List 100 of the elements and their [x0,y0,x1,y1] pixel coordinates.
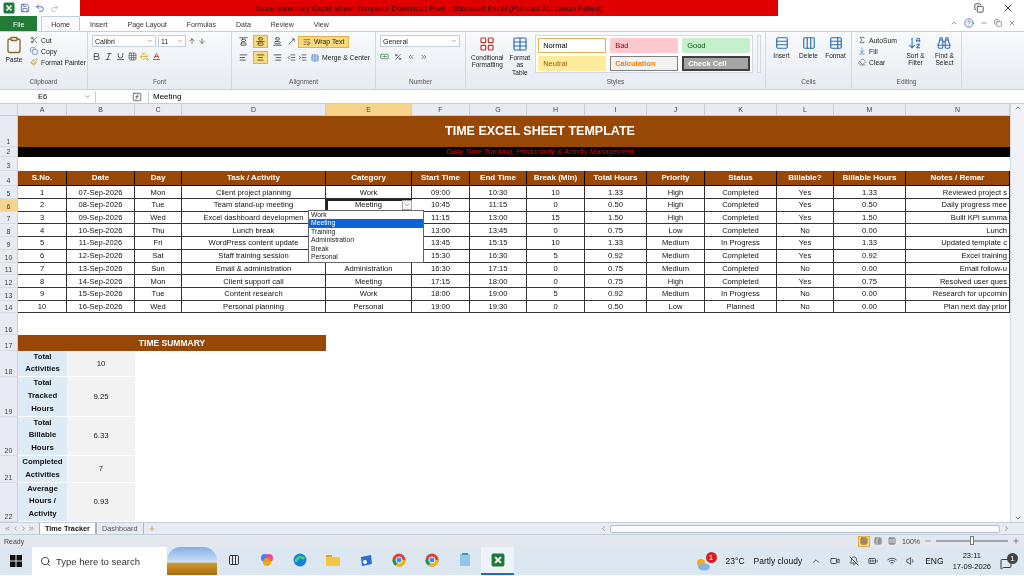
caret-icon [404,201,410,208]
spreadsheet-logo-icon[interactable] [3,2,15,14]
fill-color-icon[interactable] [140,52,149,61]
scroll-right-icon [1003,525,1010,532]
paintbrush-icon [30,58,38,66]
caret-icon [147,38,153,44]
italic-icon[interactable] [104,52,113,61]
first-sheet-icon[interactable] [4,525,11,532]
column-header: Day [135,170,182,187]
swirl-circle-icon [292,553,307,567]
sheet-title: TIME EXCEL SHEET TEMPLATE [18,115,1010,148]
currency-icon[interactable] [380,52,389,61]
colored-grid-icon [479,36,496,52]
column-header: Notes / Remar [906,170,1010,187]
temperature-text: 23°C [725,556,745,566]
next-sheet-icon[interactable] [20,525,27,532]
weather-text: Partly cloudy [753,556,803,566]
grid-icon [860,537,869,545]
underline-icon[interactable] [116,52,125,61]
window-title: Store Inventory Excel Sheet Template Download Free - Microsoft Excel (Product Activation Failed) [255,3,603,13]
bell-off-icon[interactable] [849,556,860,566]
align-middle-icon[interactable] [253,35,268,48]
merge-cells-icon [311,53,319,62]
scissors-icon [30,36,38,44]
align-bottom-icon[interactable] [270,35,285,48]
font-color-icon[interactable] [152,52,161,61]
formula-field[interactable]: Meeting [148,90,1024,103]
sort-icon [908,36,923,50]
column-header: S.No. [18,170,67,187]
battery-icon[interactable] [868,556,879,566]
previous-sheet-icon[interactable] [12,525,19,532]
align-top-icon[interactable] [236,35,251,48]
close-icon[interactable] [1002,2,1014,14]
windows-logo-icon[interactable] [10,555,22,567]
save-icon[interactable] [20,3,30,13]
column-header: Billable? [777,170,834,187]
borders-icon[interactable] [128,52,137,61]
percent-icon[interactable] [394,52,402,61]
notepad-icon [458,553,471,567]
delete-cells-icon [801,36,816,50]
browser-circle-icon [424,553,439,567]
column-header: Category [326,170,412,187]
scroll-down-icon [1013,514,1022,522]
increase-indent-icon[interactable] [298,53,307,62]
chevron-up-icon[interactable] [811,556,822,566]
column-header: Priority [647,170,705,187]
restore-icon[interactable] [974,3,984,13]
weather-button[interactable]: 1 [694,551,717,571]
browser-circle-icon [391,553,406,567]
align-center-icon[interactable] [253,51,268,64]
orientation-icon[interactable] [287,37,296,46]
scroll-up-icon [1013,104,1022,112]
fill-down-icon [858,47,866,55]
scroll-left-icon [600,525,607,532]
column-header: Start Time [412,170,470,187]
table-icon [511,36,528,52]
clipboard-icon [5,36,23,54]
vertical-scrollbar[interactable] [1010,104,1024,522]
binoculars-icon [937,36,952,50]
column-header: End Time [470,170,527,187]
column-header: Task / Activity [182,170,326,187]
collapse-ribbon-icon[interactable] [950,19,958,27]
spreadsheet-app-icon[interactable] [490,553,505,567]
wifi-icon[interactable] [887,556,898,566]
search-field[interactable]: Type here to search [32,547,167,575]
column-header: Break (Min) [527,170,585,187]
notifications-button[interactable]: 1 [1000,552,1018,570]
section-title: TIME SUMMARY [18,334,326,351]
shrink-font-icon[interactable] [198,37,206,45]
bold-icon[interactable] [92,52,101,61]
help-icon[interactable] [964,18,974,28]
last-sheet-icon[interactable] [28,525,35,532]
notification-count: 1 [1007,552,1018,564]
task-view-icon [227,554,240,566]
camera-icon[interactable] [830,556,841,566]
normal-view-button[interactable] [858,535,871,547]
gallery-scrollbar[interactable] [757,35,761,73]
slider-thumb[interactable] [970,536,974,545]
function-icon[interactable] [132,91,142,102]
eraser-icon [858,58,866,66]
caret-icon [177,38,183,44]
caret-icon [451,38,457,44]
undo-icon[interactable] [35,3,45,13]
zoom-in-icon[interactable] [1012,537,1020,545]
colorful-swirl-icon [259,553,274,567]
caret-icon [84,93,91,100]
sigma-icon [858,36,866,44]
column-header: Status [705,170,777,187]
dropdown-button[interactable] [402,199,412,210]
grow-font-icon[interactable] [188,37,196,45]
column-header: Date [67,170,135,187]
wrap-text-icon [303,37,311,46]
horizontal-scrollbar[interactable] [610,524,1000,533]
message-icon [1000,557,1012,570]
column-header: Billable Hours [834,170,906,187]
column-header: Total Hours [585,170,647,187]
decrease-indent-icon[interactable] [287,53,296,62]
taskbar-app[interactable] [481,547,514,575]
format-cells-icon [828,36,843,50]
speaker-icon[interactable] [906,556,917,566]
